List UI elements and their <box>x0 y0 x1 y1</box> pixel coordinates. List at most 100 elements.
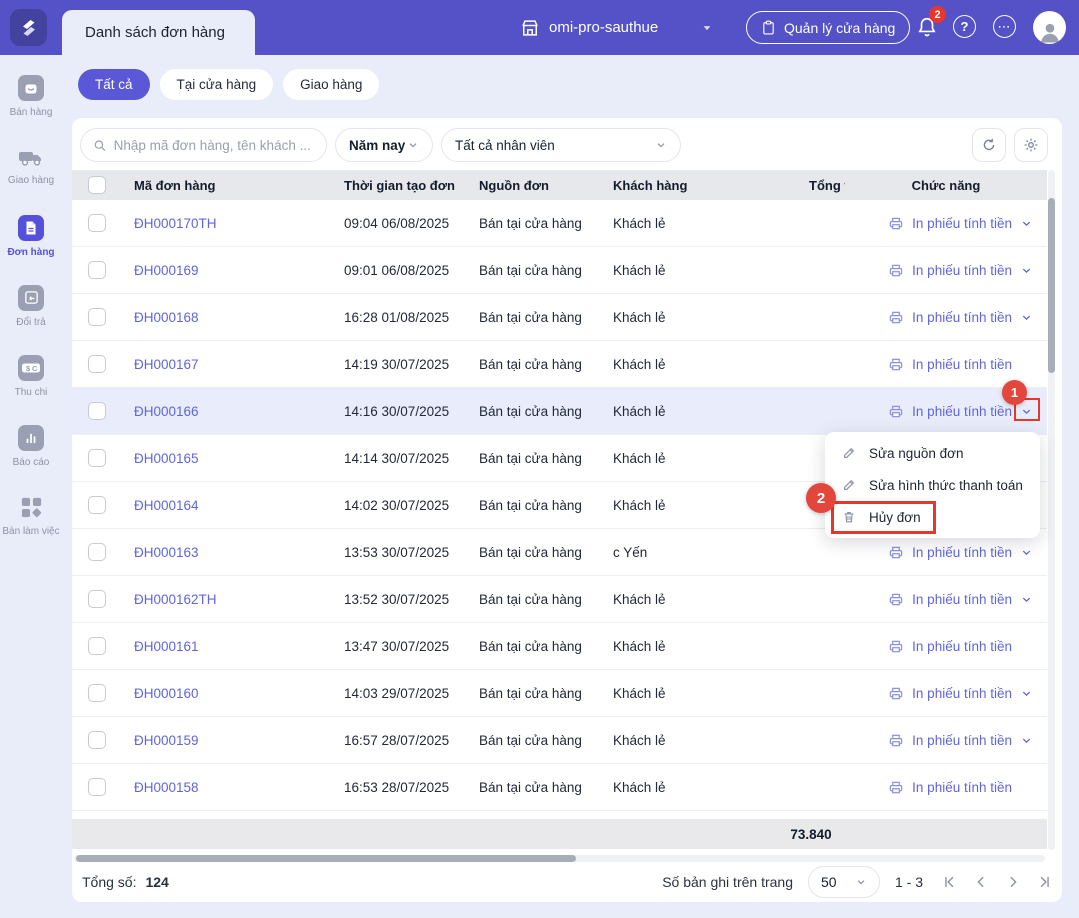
first-page-button[interactable] <box>942 875 956 889</box>
row-checkbox[interactable] <box>88 214 106 232</box>
print-invoice-button[interactable]: In phiếu tính tiền <box>888 216 1033 231</box>
row-checkbox[interactable] <box>88 355 106 373</box>
staff-filter-select[interactable]: Tất cả nhân viên <box>441 128 681 162</box>
sidebar: Bán hàng Giao hàng Đơn hàng Đổi trả $ C … <box>0 55 62 918</box>
last-page-button[interactable] <box>1038 875 1052 889</box>
table-row[interactable]: ĐH000159 16:57 28/07/2025 Bán tại cửa hà… <box>72 717 1047 764</box>
table-row[interactable]: ĐH000161 13:47 30/07/2025 Bán tại cửa hà… <box>72 623 1047 670</box>
printer-icon <box>889 640 903 652</box>
print-invoice-button[interactable]: In phiếu tính tiền <box>888 733 1033 748</box>
row-checkbox[interactable] <box>88 731 106 749</box>
tab-order-list[interactable]: Danh sách đơn hàng <box>62 10 255 55</box>
print-invoice-button[interactable]: In phiếu tính tiền <box>888 404 1033 419</box>
next-page-button[interactable] <box>1006 875 1020 889</box>
prev-page-button[interactable] <box>974 875 988 889</box>
refresh-button[interactable] <box>972 128 1006 162</box>
row-checkbox[interactable] <box>88 449 106 467</box>
sidebar-item-bao-cao[interactable]: Báo cáo <box>0 411 62 481</box>
more-options-icon[interactable]: ⋯ <box>993 15 1016 38</box>
filter-pill-all[interactable]: Tất cả <box>78 69 150 100</box>
order-id-link[interactable]: ĐH000162TH <box>134 592 217 607</box>
order-customer: c Yến <box>613 544 648 560</box>
order-id-link[interactable]: ĐH000169 <box>134 263 199 278</box>
table-settings-button[interactable] <box>1014 128 1048 162</box>
sidebar-item-doi-tra[interactable]: Đổi trả <box>0 271 62 341</box>
search-box[interactable] <box>80 128 327 162</box>
table-row[interactable]: ĐH000169 09:01 06/08/2025 Bán tại cửa hà… <box>72 247 1047 294</box>
print-invoice-button[interactable]: In phiếu tính tiền <box>888 592 1033 607</box>
order-id-link[interactable]: ĐH000164 <box>134 498 199 513</box>
order-id-link[interactable]: ĐH000160 <box>134 686 199 701</box>
print-invoice-button[interactable]: In phiếu tính tiền <box>888 639 1033 654</box>
print-invoice-button[interactable]: In phiếu tính tiền <box>888 686 1033 701</box>
table-row[interactable]: ĐH000160 14:03 29/07/2025 Bán tại cửa hà… <box>72 670 1047 717</box>
menu-item-edit-payment[interactable]: Sửa hình thức thanh toán <box>825 469 1040 501</box>
search-input[interactable] <box>113 137 314 153</box>
row-checkbox[interactable] <box>88 637 106 655</box>
row-checkbox[interactable] <box>88 402 106 420</box>
store-icon <box>522 19 538 36</box>
total-records-value: 124 <box>145 874 169 890</box>
row-checkbox[interactable] <box>88 308 106 326</box>
chevron-down-icon[interactable] <box>1020 593 1033 606</box>
order-time: 09:04 06/08/2025 <box>344 215 450 231</box>
row-checkbox[interactable] <box>88 543 106 561</box>
print-invoice-button[interactable]: In phiếu tính tiền <box>888 263 1033 278</box>
print-invoice-button[interactable]: In phiếu tính tiền <box>888 357 1033 372</box>
chevron-down-icon[interactable] <box>1020 687 1033 700</box>
print-invoice-label: In phiếu tính tiền <box>912 779 1012 795</box>
chevron-down-icon[interactable] <box>1020 734 1033 747</box>
print-invoice-button[interactable]: In phiếu tính tiền <box>888 780 1033 795</box>
user-avatar[interactable] <box>1033 11 1066 44</box>
print-invoice-button[interactable]: In phiếu tính tiền <box>888 310 1033 325</box>
filter-pill-delivery[interactable]: Giao hàng <box>283 69 380 100</box>
order-id-link[interactable]: ĐH000158 <box>134 780 199 795</box>
chevron-down-icon[interactable] <box>1020 264 1033 277</box>
row-checkbox[interactable] <box>88 684 106 702</box>
table-row[interactable]: ĐH000162TH 13:52 30/07/2025 Bán tại cửa … <box>72 576 1047 623</box>
vertical-scrollbar-thumb[interactable] <box>1048 198 1055 373</box>
per-page-label: Số bản ghi trên trang <box>662 874 793 890</box>
row-checkbox[interactable] <box>88 778 106 796</box>
order-id-link[interactable]: ĐH000170TH <box>134 216 217 231</box>
chevron-down-icon[interactable] <box>1020 546 1033 559</box>
page-size-select[interactable]: 50 <box>807 866 880 898</box>
row-checkbox[interactable] <box>88 496 106 514</box>
return-box-icon <box>18 284 44 311</box>
menu-item-edit-source[interactable]: Sửa nguồn đơn <box>825 437 1040 469</box>
sidebar-item-ban-lam-viec[interactable]: Bàn làm việc <box>0 481 62 551</box>
help-icon[interactable]: ? <box>953 15 976 38</box>
row-checkbox[interactable] <box>88 590 106 608</box>
filter-pill-at-store[interactable]: Tại cửa hàng <box>159 69 274 100</box>
store-selector[interactable]: omi-pro-sauthue <box>520 0 713 55</box>
order-id-link[interactable]: ĐH000168 <box>134 310 199 325</box>
table-row[interactable]: ĐH000168 16:28 01/08/2025 Bán tại cửa hà… <box>72 294 1047 341</box>
table-row[interactable]: ĐH000167 14:19 30/07/2025 Bán tại cửa hà… <box>72 341 1047 388</box>
manage-store-button[interactable]: Quản lý cửa hàng <box>746 11 911 44</box>
order-id-link[interactable]: ĐH000166 <box>134 404 199 419</box>
order-id-link[interactable]: ĐH000161 <box>134 639 199 654</box>
chevron-down-icon[interactable] <box>1020 217 1033 230</box>
order-id-link[interactable]: ĐH000163 <box>134 545 199 560</box>
row-checkbox[interactable] <box>88 261 106 279</box>
print-invoice-label: In phiếu tính tiền <box>912 544 1012 560</box>
chevron-down-icon[interactable] <box>701 22 713 34</box>
table-row[interactable]: ĐH000158 16:53 28/07/2025 Bán tại cửa hà… <box>72 764 1047 811</box>
order-source: Bán tại cửa hàng <box>479 497 582 513</box>
horizontal-scrollbar-thumb[interactable] <box>76 855 576 862</box>
sidebar-item-ban-hang[interactable]: Bán hàng <box>0 61 62 131</box>
table-row[interactable]: ĐH000170TH 09:04 06/08/2025 Bán tại cửa … <box>72 200 1047 247</box>
sidebar-item-thu-chi[interactable]: $ C Thu chi <box>0 341 62 411</box>
chevron-down-icon[interactable] <box>1020 311 1033 324</box>
table-row[interactable]: ĐH000166 14:16 30/07/2025 Bán tại cửa hà… <box>72 388 1047 435</box>
sidebar-item-giao-hang[interactable]: Giao hàng <box>0 131 62 201</box>
order-id-link[interactable]: ĐH000167 <box>134 357 199 372</box>
search-icon <box>94 139 106 151</box>
time-filter-select[interactable]: Năm nay <box>335 128 433 162</box>
order-id-link[interactable]: ĐH000159 <box>134 733 199 748</box>
sidebar-item-don-hang[interactable]: Đơn hàng <box>0 201 62 271</box>
select-all-checkbox[interactable] <box>88 176 106 194</box>
printer-icon <box>889 593 903 605</box>
print-invoice-button[interactable]: In phiếu tính tiền <box>888 545 1033 560</box>
order-id-link[interactable]: ĐH000165 <box>134 451 199 466</box>
